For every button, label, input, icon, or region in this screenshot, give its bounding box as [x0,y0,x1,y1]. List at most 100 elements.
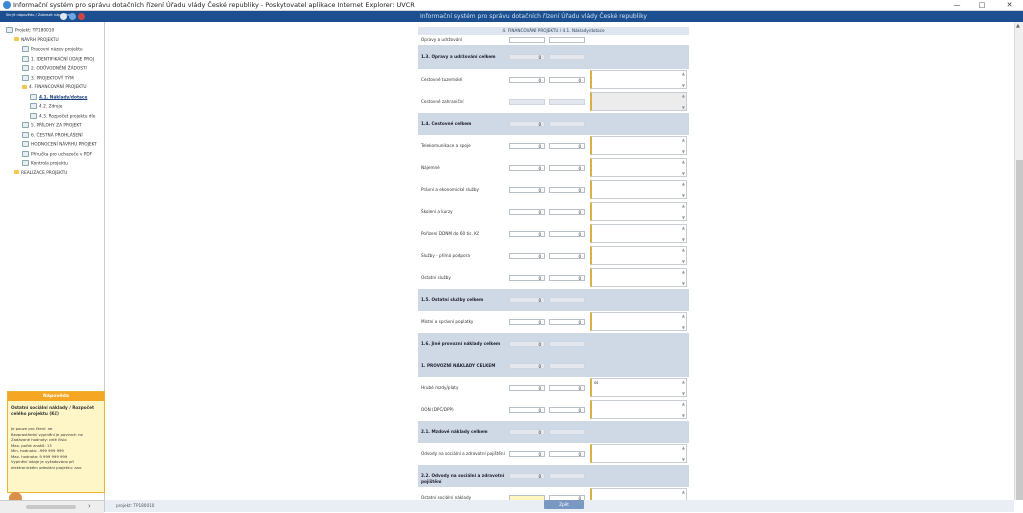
comment-textarea[interactable]: ▲▼ [590,158,687,177]
amount-input[interactable]: 0 [509,165,545,171]
scroll-up-icon[interactable]: ▲ [682,313,685,318]
scroll-up-icon[interactable]: ▲ [682,93,685,98]
comment-textarea[interactable]: ▲▼ [590,268,687,287]
sidebar-item[interactable]: 4.2. Zdroje [30,103,62,111]
amount-input[interactable]: 0 [509,385,545,391]
sidebar-item[interactable]: 4.1. Náklady/dotace [30,93,87,102]
sidebar-item[interactable]: 5. PŘÍLOHY ZA PROJEKT [22,122,81,130]
subsidy-input[interactable]: 0 [549,319,585,325]
sidebar-item[interactable]: Projekt: TP180010 [6,27,54,35]
scroll-up-icon[interactable]: ▲ [682,225,685,230]
amount-input[interactable] [509,37,545,43]
scroll-up-icon[interactable]: ▲ [682,137,685,142]
subsidy-input[interactable]: 0 [549,385,585,391]
sidebar-item[interactable]: Příručka pro uchazeče v PDF [22,150,92,159]
info-icon[interactable] [69,13,76,20]
cost-row: Ostatní sociální náklady0▲▼ [418,487,689,500]
scroll-down-icon[interactable]: ▼ [682,391,685,396]
amount-input[interactable]: 0 [509,319,545,325]
amount-input[interactable]: 0 [509,231,545,237]
scroll-down-icon[interactable]: ▼ [682,237,685,242]
subsidy-input[interactable]: 0 [549,275,585,281]
amount-input[interactable]: 0 [509,407,545,413]
amount-input[interactable]: 0 [509,77,545,83]
comment-textarea[interactable]: ▲▼ [590,444,687,463]
sidebar-item[interactable]: 4. FINANCOVÁNÍ PROJEKTU [22,84,87,92]
back-button[interactable]: Zpět [544,500,584,509]
sidebar-item[interactable]: 4.3. Rozpočet projektu dle [30,112,95,121]
sidebar-item[interactable]: 2. ODŮVODNĚNÍ ŽÁDOSTI [22,65,87,73]
amount-input[interactable]: 0 [509,275,545,281]
subsidy-input[interactable]: 0 [549,451,585,457]
scroll-up-icon[interactable]: ▲ [682,203,685,208]
scroll-down-icon[interactable]: ▼ [682,325,685,330]
amount-input[interactable]: 0 [509,451,545,457]
sidebar-item[interactable]: 3. PROJEKTOVÝ TÝM [22,74,74,83]
comment-textarea[interactable]: ▲▼ [590,136,687,155]
scroll-up-icon[interactable]: ▲ [1016,23,1020,29]
scroll-down-icon[interactable]: ▼ [682,457,685,462]
comment-textarea[interactable]: ▲▼ [590,400,687,419]
subsidy-input[interactable]: 0 [549,231,585,237]
comment-textarea[interactable]: ▲▼ [590,488,687,500]
scroll-up-icon[interactable]: ▲ [682,181,685,186]
scroll-up-icon[interactable]: ▲ [682,401,685,406]
sidebar-scrollbar[interactable] [26,505,76,509]
main-scrollbar[interactable]: ▲ [1014,22,1023,500]
amount-input[interactable]: 0 [509,187,545,193]
scroll-down-icon[interactable]: ▼ [682,281,685,286]
minimize-button[interactable]: — [945,0,969,10]
comment-textarea[interactable]: ▲▼ [590,224,687,243]
amount-input[interactable] [509,99,545,105]
amount-input[interactable]: 0 [509,143,545,149]
scroll-down-icon[interactable]: ▼ [682,215,685,220]
chevron-right-icon[interactable]: › [88,502,91,510]
amount-input[interactable]: 0 [509,209,545,215]
cost-row: Služby - přímá podpora 0 0 ▲ ▼ [418,245,689,268]
back-icon[interactable] [60,13,67,20]
scroll-up-icon[interactable]: ▲ [682,379,685,384]
scroll-down-icon[interactable]: ▼ [682,149,685,154]
scroll-down-icon[interactable]: ▼ [682,259,685,264]
scroll-up-icon[interactable]: ▲ [682,71,685,76]
close-window-button[interactable]: ✕ [996,0,1023,10]
scrollbar-thumb[interactable] [1016,160,1023,500]
subsidy-input[interactable]: 0 [549,77,585,83]
scroll-up-icon[interactable]: ▲ [682,247,685,252]
comment-textarea[interactable]: ▲▼ [590,92,687,111]
comment-textarea[interactable]: ss ▲ ▼ [590,378,687,397]
sidebar-item[interactable]: NÁVRH PROJEKTU [14,37,59,45]
scroll-up-icon[interactable]: ▲ [682,159,685,164]
sidebar-item-label: 2. ODŮVODNĚNÍ ŽÁDOSTI [31,66,87,72]
subsidy-input[interactable]: 0 [549,407,585,413]
comment-textarea[interactable]: ▲▼ [590,202,687,221]
subsidy-input[interactable]: 0 [549,209,585,215]
sidebar-item[interactable]: Kontrola projektu [22,160,68,168]
comment-textarea[interactable]: ▲▼ [590,70,687,89]
subsidy-input[interactable]: 0 [549,165,585,171]
sidebar-item[interactable]: Pracovní název projektu [22,46,83,54]
close-icon[interactable] [78,13,85,20]
sidebar-item[interactable]: 1. IDENTIFIKAČNÍ ÚDAJE PROJ [22,55,94,64]
scroll-up-icon[interactable]: ▲ [682,269,685,274]
subsidy-input[interactable]: 0 [549,143,585,149]
sidebar-item[interactable]: REALIZACE PROJEKTU [14,170,67,178]
amount-input[interactable]: 0 [509,253,545,259]
subsidy-input[interactable] [549,37,585,43]
scroll-down-icon[interactable]: ▼ [682,413,685,418]
subsidy-input[interactable]: 0 [549,253,585,259]
subsidy-input[interactable] [549,99,585,105]
comment-textarea[interactable]: ▲▼ [590,312,687,331]
comment-textarea[interactable]: ▲▼ [590,246,687,265]
sidebar-item[interactable]: HODNOCENÍ NÁVRHU PROJEKT [22,141,97,149]
scroll-down-icon[interactable]: ▼ [682,105,685,110]
scroll-down-icon[interactable]: ▼ [682,171,685,176]
scroll-up-icon[interactable]: ▲ [682,445,685,450]
subsidy-input[interactable]: 0 [549,187,585,193]
comment-textarea[interactable]: ▲▼ [590,180,687,199]
sidebar-item[interactable]: 6. ČESTNÁ PROHLÁŠENÍ [22,131,83,140]
scroll-down-icon[interactable]: ▼ [682,193,685,198]
maximize-button[interactable]: □ [970,0,994,10]
scroll-down-icon[interactable]: ▼ [682,83,685,88]
scroll-up-icon[interactable]: ▲ [682,489,685,494]
